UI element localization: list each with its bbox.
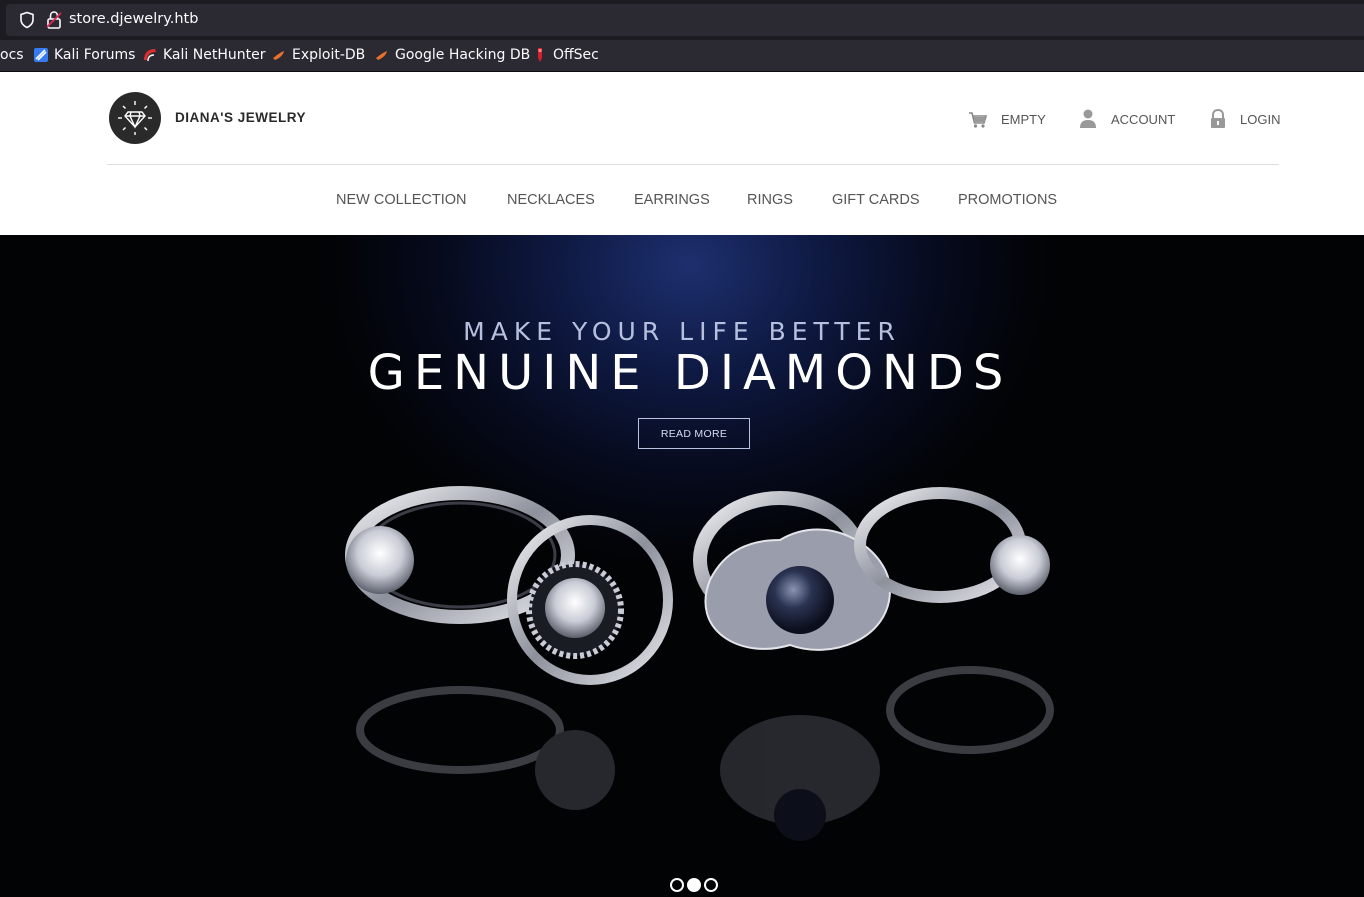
main-nav: NEW COLLECTION NECKLACES EARRINGS RINGS … — [0, 192, 1364, 212]
lock-icon — [1211, 108, 1225, 128]
brand-name[interactable]: DIANA'S JEWELRY — [175, 110, 306, 125]
offsec-icon — [538, 48, 542, 62]
kali-nethunter-icon — [144, 49, 156, 62]
diamond-rings-image — [345, 486, 1054, 841]
cart-label: EMPTY — [1001, 111, 1046, 127]
bookmark-kali-nethunter[interactable]: Kali NetHunter — [142, 47, 265, 63]
cart-link[interactable]: EMPTY — [968, 108, 1046, 130]
nav-promotions[interactable]: PROMOTIONS — [958, 192, 1057, 208]
slider-dot-1[interactable] — [670, 878, 684, 892]
insecure-lock-icon[interactable] — [45, 10, 63, 30]
exploit-db-icon — [273, 51, 284, 60]
bookmark-docs[interactable]: ocs — [0, 47, 24, 63]
cart-icon — [969, 112, 988, 128]
site-header: DIANA'S JEWELRY EMPTY ACCOUNT LOGIN NEW … — [0, 72, 1364, 235]
url-text[interactable]: store.djewelry.htb — [69, 11, 198, 27]
slider-dots — [0, 878, 1364, 894]
account-link[interactable]: ACCOUNT — [1078, 108, 1175, 130]
bookmark-kali-forums[interactable]: Kali Forums — [33, 47, 135, 63]
slider-dot-3[interactable] — [704, 878, 718, 892]
bookmark-offsec[interactable]: OffSec — [532, 47, 599, 63]
diamond-logo-icon — [118, 101, 152, 135]
header-divider — [107, 164, 1279, 165]
bookmarks-toolbar: ocs Kali Forums Kali NetHunter Exploit-D… — [0, 40, 1364, 72]
login-link[interactable]: LOGIN — [1208, 108, 1280, 130]
nav-rings[interactable]: RINGS — [747, 192, 793, 208]
shield-icon[interactable] — [18, 11, 36, 29]
account-label: ACCOUNT — [1111, 111, 1176, 127]
bookmark-label: Kali NetHunter — [163, 47, 266, 63]
slider-dot-2[interactable] — [687, 878, 701, 892]
login-label: LOGIN — [1240, 111, 1281, 127]
bookmark-label: Kali Forums — [54, 47, 136, 63]
hero-subtitle: MAKE YOUR LIFE BETTER — [463, 317, 901, 346]
bookmark-label: ocs — [0, 47, 24, 63]
bookmark-label: Google Hacking DB — [395, 47, 531, 63]
user-icon — [1080, 109, 1096, 128]
nav-gift-cards[interactable]: GIFT CARDS — [832, 192, 920, 208]
nav-new-collection[interactable]: NEW COLLECTION — [336, 192, 467, 208]
kali-forums-icon — [34, 48, 48, 62]
nav-necklaces[interactable]: NECKLACES — [507, 192, 595, 208]
ghdb-icon — [376, 51, 387, 60]
address-bar[interactable]: store.djewelry.htb — [6, 4, 1364, 36]
bookmark-google-hacking-db[interactable]: Google Hacking DB — [374, 47, 530, 63]
browser-toolbar: store.djewelry.htb — [0, 0, 1364, 40]
logo[interactable] — [109, 92, 161, 144]
read-more-button[interactable]: READ MORE — [638, 418, 750, 449]
hero-slider: MAKE YOUR LIFE BETTER GENUINE DIAMONDS R… — [0, 235, 1364, 897]
bookmark-label: Exploit-DB — [292, 47, 366, 63]
nav-earrings[interactable]: EARRINGS — [634, 192, 710, 208]
hero-title: GENUINE DIAMONDS — [367, 345, 1013, 401]
bookmark-exploit-db[interactable]: Exploit-DB — [271, 47, 365, 63]
bookmark-label: OffSec — [553, 47, 599, 63]
